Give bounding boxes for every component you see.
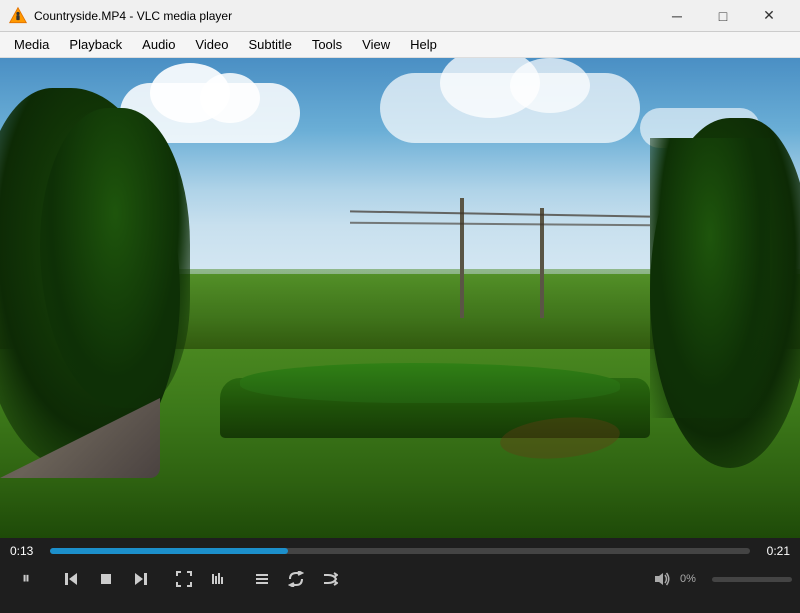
prev-icon (64, 571, 80, 587)
window-title: Countryside.MP4 - VLC media player (34, 9, 654, 23)
menu-view[interactable]: View (352, 34, 400, 55)
video-canvas (0, 58, 800, 538)
loop-icon (288, 571, 304, 587)
loop-button[interactable] (280, 564, 312, 594)
volume-icon (653, 570, 671, 588)
shuffle-icon (322, 571, 338, 587)
fullscreen-icon (176, 571, 192, 587)
shuffle-button[interactable] (314, 564, 346, 594)
controls-area: 0:13 0:21 ⏸ (0, 538, 800, 613)
powerline-pole-1 (460, 198, 464, 318)
menu-bar: Media Playback Audio Video Subtitle Tool… (0, 32, 800, 58)
stop-button[interactable] (90, 564, 122, 594)
progress-fill (50, 548, 288, 554)
buttons-row: ⏸ (0, 562, 800, 596)
pause-button[interactable]: ⏸ (8, 564, 44, 594)
time-current: 0:13 (10, 544, 42, 558)
extended-button[interactable] (202, 564, 234, 594)
next-icon (132, 571, 148, 587)
minimize-button[interactable]: ─ (654, 0, 700, 32)
tree-right-2 (650, 138, 770, 418)
video-area[interactable] (0, 58, 800, 538)
menu-tools[interactable]: Tools (302, 34, 352, 55)
window-controls: ─ □ ✕ (654, 0, 792, 32)
volume-button[interactable] (648, 565, 676, 593)
playlist-button[interactable] (246, 564, 278, 594)
next-button[interactable] (124, 564, 156, 594)
maximize-button[interactable]: □ (700, 0, 746, 32)
progress-track[interactable] (50, 548, 750, 554)
menu-playback[interactable]: Playback (59, 34, 132, 55)
vlc-icon (8, 6, 28, 26)
volume-area: 0% (648, 565, 792, 593)
volume-label: 0% (680, 573, 708, 585)
eq-icon (210, 571, 226, 587)
menu-audio[interactable]: Audio (132, 34, 185, 55)
volume-track[interactable] (712, 577, 792, 582)
time-total: 0:21 (758, 544, 790, 558)
menu-video[interactable]: Video (185, 34, 238, 55)
cloud-2 (380, 73, 640, 143)
menu-subtitle[interactable]: Subtitle (238, 34, 301, 55)
menu-help[interactable]: Help (400, 34, 447, 55)
fullscreen-button[interactable] (168, 564, 200, 594)
menu-media[interactable]: Media (4, 34, 59, 55)
close-button[interactable]: ✕ (746, 0, 792, 32)
stop-icon (99, 572, 113, 586)
playlist-icon (254, 571, 270, 587)
progress-row: 0:13 0:21 (0, 538, 800, 562)
title-bar: Countryside.MP4 - VLC media player ─ □ ✕ (0, 0, 800, 32)
previous-button[interactable] (56, 564, 88, 594)
